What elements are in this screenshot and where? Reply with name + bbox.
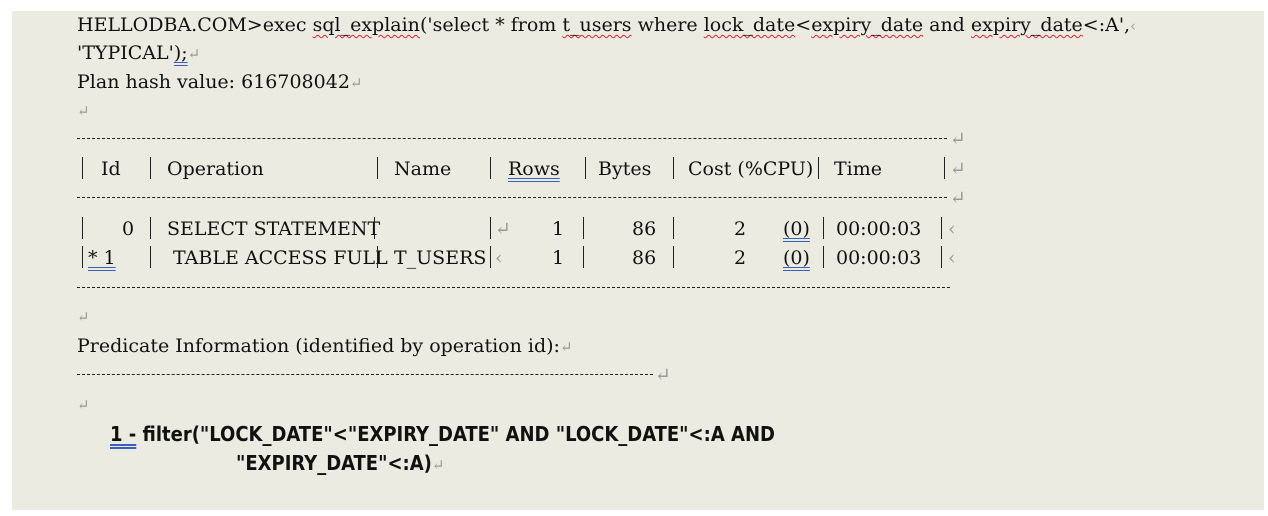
paragraph-mark: ↵	[431, 456, 445, 474]
predicate-rule	[77, 374, 653, 375]
column-separator	[583, 217, 584, 239]
paragraph-mark: ↵	[77, 396, 90, 414]
line-break-mark: ‹	[948, 218, 956, 240]
header-cost: Cost (%CPU)	[688, 158, 814, 180]
column-separator	[150, 217, 151, 239]
row-bytes: 86	[632, 247, 657, 269]
column-separator	[941, 246, 942, 268]
row-id: 0	[122, 218, 135, 240]
column-separator	[823, 246, 824, 268]
row-cost: 2	[734, 247, 747, 269]
row-name: T_USERS	[394, 247, 487, 269]
line-break-mark: ‹	[948, 247, 956, 269]
column-separator	[585, 157, 586, 179]
row-rows: 1	[552, 247, 565, 269]
column-separator	[823, 217, 824, 239]
predicate-filter-cont: "EXPIRY_DATE"<:A)	[236, 451, 432, 475]
paragraph-mark: ↵	[950, 187, 966, 209]
row-cost: 2	[734, 218, 747, 240]
row-rows: 1	[552, 218, 565, 240]
header-name: Name	[394, 158, 452, 180]
function-name: sql_explain	[312, 14, 420, 36]
column-separator	[374, 217, 375, 239]
column-separator	[82, 157, 83, 179]
command-prompt: HELLODBA.COM>exec	[77, 14, 313, 36]
sql-where: where	[631, 14, 704, 36]
paragraph-mark: ↵	[77, 308, 90, 326]
paragraph-mark: ↵	[187, 45, 201, 63]
header-bytes: Bytes	[598, 158, 652, 180]
paragraph-mark: ↵	[77, 102, 90, 120]
table-name: t_users	[562, 14, 632, 36]
paragraph-mark: ↵	[349, 74, 363, 92]
column-separator	[82, 217, 83, 239]
exec-command-line: HELLODBA.COM>exec sql_explain('select * …	[77, 13, 1136, 38]
row-time: 00:00:03	[836, 247, 922, 269]
row-id: * 1	[88, 247, 116, 269]
plan-hash-line: Plan hash value: 616708042↵	[77, 70, 363, 95]
paragraph-mark: ↵	[950, 128, 966, 150]
header-id: Id	[101, 158, 121, 180]
column-separator	[944, 157, 945, 179]
predicate-filter: filter("LOCK_DATE"<"EXPIRY_DATE" AND "LO…	[136, 422, 775, 446]
paragraph-mark: ↵	[655, 364, 671, 386]
column-separator	[818, 157, 819, 179]
row-cpu: (0)	[783, 247, 810, 269]
column-separator	[673, 217, 674, 239]
column-separator	[490, 157, 491, 179]
exec-command-line-2: 'TYPICAL');↵	[77, 41, 200, 66]
command-end: );	[173, 42, 188, 64]
sql-tail: <:A',	[1082, 14, 1131, 36]
empty-line: ↵	[77, 304, 90, 329]
empty-line: ↵	[77, 98, 90, 123]
paragraph-mark: ↵	[950, 158, 966, 180]
sql-and: and	[923, 14, 971, 36]
column-separator	[941, 217, 942, 239]
column-separator	[673, 246, 674, 268]
line-break-mark: ‹	[495, 247, 503, 269]
line-break-mark: ‹	[1130, 17, 1137, 35]
column-separator	[490, 217, 491, 239]
paragraph-mark: ↵	[559, 338, 573, 356]
column-expiry-date-2: expiry_date	[970, 14, 1083, 36]
table-header-rule	[77, 197, 947, 198]
header-operation: Operation	[167, 158, 264, 180]
column-separator	[150, 246, 151, 268]
column-separator	[82, 246, 83, 268]
column-lock-date: lock_date	[703, 14, 796, 36]
table-top-rule	[77, 138, 947, 139]
row-time: 00:00:03	[836, 218, 922, 240]
column-separator	[490, 246, 491, 268]
header-time: Time	[834, 158, 883, 180]
predicate-operation-id: 1 -	[110, 422, 137, 446]
predicate-line-1: 1 - filter("LOCK_DATE"<"EXPIRY_DATE" AND…	[110, 422, 775, 446]
header-rows: Rows	[508, 158, 560, 180]
row-operation: SELECT STATEMENT	[167, 218, 381, 240]
column-separator	[583, 246, 584, 268]
predicate-line-2: "EXPIRY_DATE"<:A)↵	[236, 451, 444, 477]
predicate-title-line: Predicate Information (identified by ope…	[77, 334, 573, 359]
plan-hash-value: Plan hash value: 616708042	[77, 71, 350, 93]
row-operation: TABLE ACCESS FULL	[167, 247, 388, 269]
column-separator	[673, 157, 674, 179]
table-bottom-rule	[77, 287, 950, 288]
format-argument: 'TYPICAL'	[77, 42, 174, 64]
column-separator	[150, 157, 151, 179]
paragraph-mark: ↵	[495, 218, 511, 240]
row-bytes: 86	[632, 218, 657, 240]
empty-line: ↵	[77, 392, 90, 417]
column-expiry-date: expiry_date	[811, 14, 924, 36]
sql-text: ('select * from	[419, 14, 563, 36]
column-separator	[377, 157, 378, 179]
predicate-title: Predicate Information (identified by ope…	[77, 335, 560, 357]
row-cpu: (0)	[783, 218, 810, 240]
operator-lt: <	[795, 14, 812, 36]
column-separator	[377, 246, 378, 268]
